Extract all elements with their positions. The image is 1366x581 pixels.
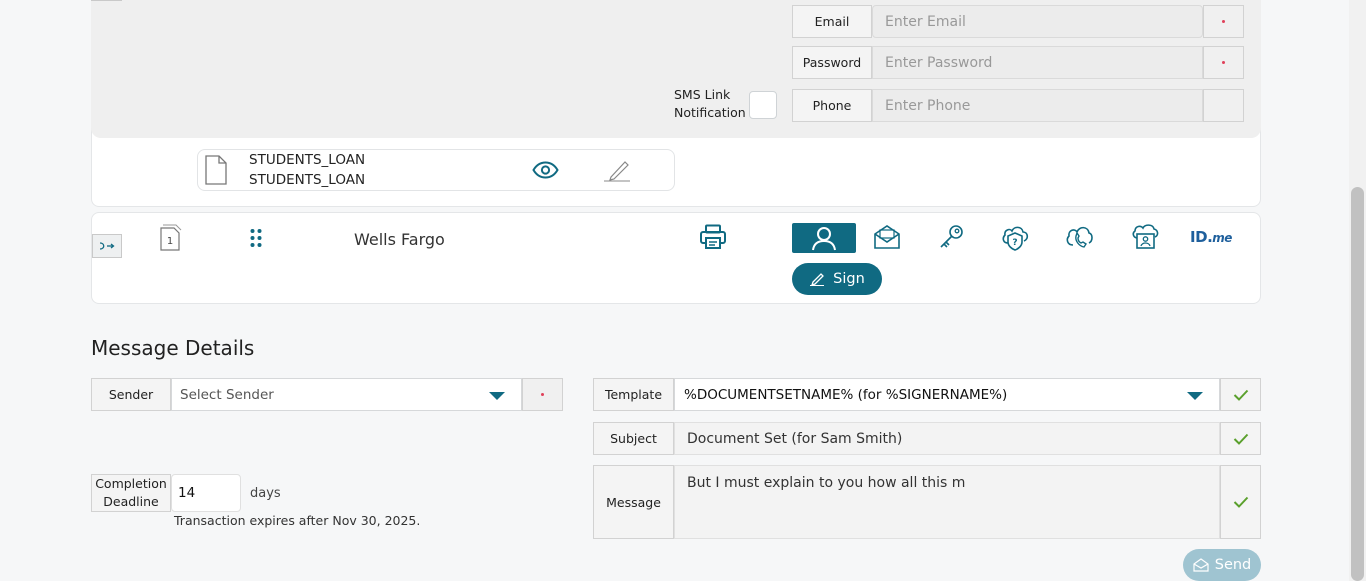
email-field[interactable]: Enter Email xyxy=(872,5,1203,38)
message-valid-indicator xyxy=(1220,465,1261,539)
password-field[interactable]: Enter Password xyxy=(872,46,1203,79)
password-required-indicator xyxy=(1203,46,1244,79)
document-icon xyxy=(204,155,228,189)
pen-icon xyxy=(810,273,825,286)
collapse-tab[interactable] xyxy=(91,0,122,1)
order-number-icon: 1 xyxy=(158,224,182,256)
template-label: Template xyxy=(593,378,674,411)
document-name-line2: STUDENTS_LOAN xyxy=(249,172,366,188)
password-label: Password xyxy=(792,46,872,79)
document-name-line1: STUDENTS_LOAN xyxy=(249,152,366,168)
sms-notification-checkbox[interactable] xyxy=(749,91,777,119)
email-auth-icon xyxy=(874,225,900,249)
section-title: Message Details xyxy=(91,336,255,360)
svg-text:?: ? xyxy=(1012,238,1017,248)
id-card-auth-icon xyxy=(1132,224,1159,249)
sender-select[interactable]: Select Sender xyxy=(171,378,522,411)
send-icon xyxy=(1193,558,1209,572)
phone-auth-icon xyxy=(1066,226,1093,248)
subject-field[interactable]: Document Set (for Sam Smith) xyxy=(674,422,1220,455)
check-icon xyxy=(1233,496,1248,508)
person-auth-button[interactable] xyxy=(792,223,856,253)
key-auth-button[interactable] xyxy=(931,222,971,252)
days-label: days xyxy=(250,486,281,501)
email-auth-button[interactable] xyxy=(867,222,907,252)
eye-icon[interactable] xyxy=(532,161,559,183)
email-required-indicator xyxy=(1203,5,1244,38)
routing-button[interactable] xyxy=(92,234,122,258)
phone-label: Phone xyxy=(792,89,872,122)
phone-auth-button[interactable] xyxy=(1059,222,1099,252)
drag-handle-icon[interactable] xyxy=(249,228,263,252)
message-label: Message xyxy=(593,465,674,539)
completion-label-line1: Completion xyxy=(95,476,167,491)
sign-button[interactable]: Sign xyxy=(792,263,882,295)
template-select[interactable]: %DOCUMENTSETNAME% (for %SIGNERNAME%) xyxy=(674,378,1220,411)
question-auth-icon: ? xyxy=(1002,226,1029,251)
sms-label-line1: SMS Link xyxy=(674,87,731,102)
sender-label: Sender xyxy=(91,378,171,411)
person-icon xyxy=(812,227,836,251)
check-icon xyxy=(1233,433,1248,445)
template-value: %DOCUMENTSETNAME% (for %SIGNERNAME%) xyxy=(684,386,1008,403)
id-card-auth-button[interactable] xyxy=(1125,222,1165,252)
expiration-note: Transaction expires after Nov 30, 2025. xyxy=(174,513,421,528)
question-auth-button[interactable]: ? xyxy=(995,222,1035,252)
template-valid-indicator xyxy=(1220,378,1261,411)
sender-required-indicator xyxy=(522,378,563,411)
sms-notification-label: SMS Link Notification xyxy=(674,86,746,122)
sign-label: Sign xyxy=(833,271,865,287)
recipient-name: Wells Fargo xyxy=(354,230,445,249)
idme-icon: ID.me xyxy=(1190,228,1232,246)
phone-extra-box xyxy=(1203,89,1244,122)
key-auth-icon xyxy=(940,225,963,248)
svg-text:1: 1 xyxy=(167,236,173,247)
subject-label: Subject xyxy=(593,422,674,455)
printer-icon[interactable] xyxy=(699,224,727,254)
chevron-down-icon xyxy=(1187,392,1203,400)
completion-label-line2: Deadline xyxy=(103,494,159,509)
idme-auth-button[interactable]: ID.me xyxy=(1189,222,1233,252)
sms-label-line2: Notification xyxy=(674,105,746,120)
completion-days-input[interactable]: 14 xyxy=(171,474,241,512)
email-label: Email xyxy=(792,5,872,38)
completion-deadline-label: Completion Deadline xyxy=(91,474,171,512)
document-name: STUDENTS_LOAN STUDENTS_LOAN xyxy=(249,150,365,190)
send-button[interactable]: Send xyxy=(1183,549,1261,581)
message-textarea[interactable]: But I must explain to you how all this m xyxy=(674,465,1220,539)
pen-icon[interactable] xyxy=(603,159,631,187)
send-label: Send xyxy=(1214,557,1252,573)
route-arrow-icon xyxy=(99,242,115,250)
sender-placeholder: Select Sender xyxy=(180,386,274,403)
chevron-down-icon xyxy=(489,392,505,400)
subject-valid-indicator xyxy=(1220,422,1261,455)
scrollbar-thumb[interactable] xyxy=(1351,187,1364,581)
phone-field[interactable]: Enter Phone xyxy=(872,89,1203,122)
check-icon xyxy=(1233,389,1248,401)
